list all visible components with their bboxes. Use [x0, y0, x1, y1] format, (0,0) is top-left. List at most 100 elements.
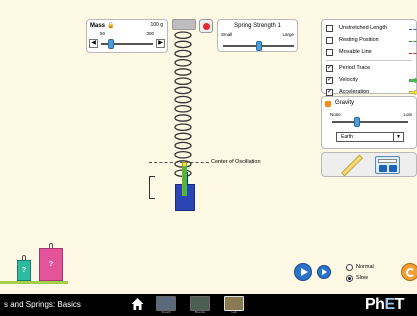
- mass-hook: [49, 243, 53, 248]
- sim-area: Mass 🔒 100 g ◀ 50 300 ▶ Spring Strength 1…: [0, 0, 417, 294]
- checkbox-row-resting-position[interactable]: Resting Position: [326, 36, 417, 46]
- mystery-mass-label: ?: [48, 261, 54, 268]
- checkbox-label: Unstretched Length: [339, 25, 388, 31]
- home-icon[interactable]: [131, 297, 144, 311]
- mass-max-label: 300: [146, 31, 154, 36]
- mass-decrease-button[interactable]: ◀: [89, 39, 98, 48]
- nav-screen-label: Stretch: [161, 310, 171, 314]
- nav-screen-stretch[interactable]: Stretch: [156, 296, 176, 314]
- checkbox[interactable]: ✓: [326, 89, 333, 96]
- spring-coil: [174, 49, 192, 58]
- step-forward-button[interactable]: [317, 265, 331, 279]
- checkbox[interactable]: [326, 49, 333, 56]
- play-button[interactable]: [294, 263, 312, 281]
- spring-coil: [174, 123, 192, 132]
- phet-logo[interactable]: PhET: [365, 296, 404, 314]
- checkbox[interactable]: [326, 25, 333, 32]
- gravity-slider-thumb[interactable]: [354, 117, 361, 127]
- spring-coil: [174, 104, 192, 113]
- center-of-oscillation-label: Center of Oscillation: [211, 159, 261, 165]
- spring-coil: [174, 58, 192, 67]
- spring-coil: [174, 68, 192, 76]
- gravity-min-label: None: [330, 112, 341, 117]
- stopwatch-play-icon: [379, 165, 387, 172]
- spring-coil: [174, 95, 192, 104]
- mass-value: 100 g: [150, 22, 163, 28]
- stopwatch-icon[interactable]: [375, 156, 400, 174]
- legend-line: [409, 53, 417, 54]
- play-icon: [301, 268, 308, 276]
- spring-max-label: Large: [282, 32, 294, 37]
- speed-slow-label: Slow: [356, 275, 368, 281]
- checkbox-row-period-trace[interactable]: ✓ Period Trace: [326, 64, 417, 74]
- checkbox-label: Movable Line: [339, 49, 372, 55]
- checkbox-label: Velocity: [339, 77, 358, 83]
- spring-coil: [174, 150, 192, 159]
- stopwatch-reset-icon: [389, 165, 397, 172]
- mass-increase-button[interactable]: ▶: [156, 39, 165, 48]
- legend-line: [409, 41, 417, 42]
- tools-panel: [321, 152, 417, 177]
- spring-coil: [174, 77, 192, 86]
- period-trace: [149, 176, 155, 199]
- mystery-mass-label: ?: [21, 267, 27, 274]
- mass-title: Mass 🔒: [90, 23, 115, 29]
- spring-coil: [174, 132, 192, 141]
- nav-screen-label: Lab: [231, 310, 237, 314]
- reset-icon: [406, 268, 415, 277]
- nav-screen-label: Bounce: [194, 310, 206, 314]
- legend-arrow-icon: [408, 78, 417, 83]
- mass-control-panel: Mass 🔒 100 g ◀ 50 300 ▶: [86, 19, 168, 53]
- mystery-mass-large[interactable]: ?: [39, 243, 63, 281]
- checkbox-row-unstretched-length[interactable]: Unstretched Length: [326, 24, 417, 34]
- spring-strength-title: Spring Strength 1: [234, 23, 281, 29]
- checkbox[interactable]: ✓: [326, 65, 333, 72]
- lock-icon: 🔒: [107, 23, 115, 29]
- checkbox-row-velocity[interactable]: ✓ Velocity: [326, 76, 417, 86]
- center-of-oscillation-line: [149, 162, 209, 163]
- checkbox-row-movable-line[interactable]: Movable Line: [326, 48, 417, 58]
- ruler-icon[interactable]: [341, 154, 363, 177]
- checkbox-label: Period Trace: [339, 65, 371, 71]
- speed-slow-radio[interactable]: [346, 275, 353, 282]
- sim-title: s and Springs: Basics: [4, 300, 81, 309]
- mass-min-label: 50: [100, 31, 106, 36]
- planet-select-value: Earth: [341, 134, 353, 140]
- mass-slider-thumb[interactable]: [108, 39, 115, 49]
- velocity-arrow: [183, 166, 187, 196]
- spring-slider-thumb[interactable]: [255, 41, 262, 51]
- legend-line: [409, 29, 417, 30]
- gravity-max-label: Lots: [403, 112, 412, 117]
- spring-coil: [174, 40, 192, 49]
- checkbox-label: Resting Position: [339, 37, 379, 43]
- gravity-panel: Gravity None Lots Earth ▼: [321, 96, 417, 149]
- speed-normal-radio[interactable]: [346, 264, 353, 271]
- spring-coil: [174, 31, 192, 40]
- nav-screen-lab[interactable]: Lab: [224, 296, 244, 314]
- spring-coil: [174, 141, 192, 150]
- reset-all-button[interactable]: [401, 263, 417, 281]
- mystery-mass-small[interactable]: ?: [17, 255, 31, 281]
- step-forward-icon: [322, 269, 327, 275]
- stopwatch-display: [378, 159, 397, 163]
- spring-coil: [174, 86, 192, 95]
- spring-coil: [174, 114, 192, 122]
- chevron-down-icon: ▼: [393, 133, 403, 141]
- navigation-bar: s and Springs: Basics Stretch Bounce Lab…: [0, 294, 417, 316]
- checkbox[interactable]: ✓: [326, 77, 333, 84]
- planet-select[interactable]: Earth ▼: [336, 132, 404, 142]
- checkbox-label: Acceleration: [339, 89, 370, 95]
- checkbox[interactable]: [326, 37, 333, 44]
- legend-arrow-icon: [408, 90, 417, 95]
- gravity-title: Gravity: [335, 100, 355, 106]
- gravity-collapse-button[interactable]: [325, 101, 331, 107]
- spring-strength-panel: Spring Strength 1 Small Large: [217, 19, 298, 52]
- spring-min-label: Small: [221, 32, 233, 37]
- nav-screen-bounce[interactable]: Bounce: [190, 296, 210, 314]
- gravity-slider-track[interactable]: [332, 121, 408, 123]
- mass-shelf: [0, 281, 68, 284]
- visibility-panel: Unstretched Length Resting Position Movabl…: [321, 19, 417, 96]
- speed-normal-label: Normal: [356, 264, 374, 270]
- mass-hook: [22, 255, 26, 260]
- divider: [326, 60, 412, 61]
